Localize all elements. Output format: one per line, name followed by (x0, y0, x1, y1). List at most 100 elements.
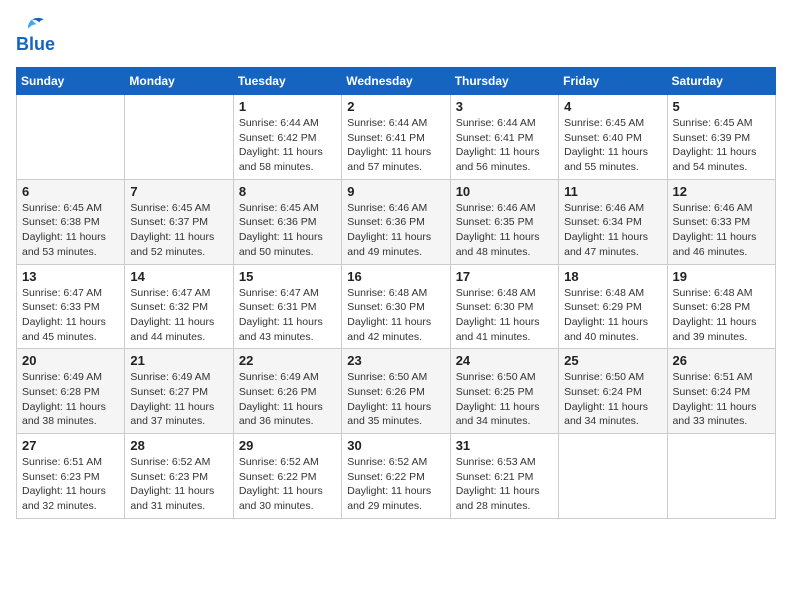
calendar-cell: 31 Sunrise: 6:53 AM Sunset: 6:21 PM Dayli… (450, 434, 558, 519)
day-info: Sunrise: 6:46 AM Sunset: 6:33 PM Dayligh… (673, 201, 770, 260)
day-info: Sunrise: 6:47 AM Sunset: 6:33 PM Dayligh… (22, 286, 119, 345)
day-number: 23 (347, 353, 444, 368)
calendar-cell: 3 Sunrise: 6:44 AM Sunset: 6:41 PM Daylig… (450, 95, 558, 180)
day-info: Sunrise: 6:48 AM Sunset: 6:30 PM Dayligh… (456, 286, 553, 345)
calendar-cell: 2 Sunrise: 6:44 AM Sunset: 6:41 PM Daylig… (342, 95, 450, 180)
day-number: 28 (130, 438, 227, 453)
day-info: Sunrise: 6:52 AM Sunset: 6:22 PM Dayligh… (347, 455, 444, 514)
day-info: Sunrise: 6:48 AM Sunset: 6:30 PM Dayligh… (347, 286, 444, 345)
day-info: Sunrise: 6:51 AM Sunset: 6:24 PM Dayligh… (673, 370, 770, 429)
day-number: 24 (456, 353, 553, 368)
day-info: Sunrise: 6:45 AM Sunset: 6:39 PM Dayligh… (673, 116, 770, 175)
day-info: Sunrise: 6:47 AM Sunset: 6:31 PM Dayligh… (239, 286, 336, 345)
day-info: Sunrise: 6:44 AM Sunset: 6:42 PM Dayligh… (239, 116, 336, 175)
calendar-cell: 18Sunrise: 6:48 AM Sunset: 6:29 PM Dayli… (559, 264, 667, 349)
calendar-cell: 22 Sunrise: 6:49 AM Sunset: 6:26 PM Dayli… (233, 349, 341, 434)
calendar-cell: 30 Sunrise: 6:52 AM Sunset: 6:22 PM Dayli… (342, 434, 450, 519)
day-number: 31 (456, 438, 553, 453)
calendar-week-row: 20Sunrise: 6:49 AM Sunset: 6:28 PM Dayli… (17, 349, 776, 434)
calendar-cell: 6 Sunrise: 6:45 AM Sunset: 6:38 PM Daylig… (17, 179, 125, 264)
calendar-week-row: 1 Sunrise: 6:44 AM Sunset: 6:42 PM Daylig… (17, 95, 776, 180)
day-info: Sunrise: 6:44 AM Sunset: 6:41 PM Dayligh… (347, 116, 444, 175)
calendar-cell: 7 Sunrise: 6:45 AM Sunset: 6:37 PM Daylig… (125, 179, 233, 264)
day-info: Sunrise: 6:45 AM Sunset: 6:38 PM Dayligh… (22, 201, 119, 260)
calendar-cell: 14 Sunrise: 6:47 AM Sunset: 6:32 PM Dayli… (125, 264, 233, 349)
calendar-cell: 10 Sunrise: 6:46 AM Sunset: 6:35 PM Dayli… (450, 179, 558, 264)
day-number: 30 (347, 438, 444, 453)
calendar-cell: 16 Sunrise: 6:48 AM Sunset: 6:30 PM Dayli… (342, 264, 450, 349)
logo: Blue (16, 16, 55, 55)
day-info: Sunrise: 6:46 AM Sunset: 6:36 PM Dayligh… (347, 201, 444, 260)
calendar-cell: 24 Sunrise: 6:50 AM Sunset: 6:25 PM Dayli… (450, 349, 558, 434)
day-info: Sunrise: 6:52 AM Sunset: 6:23 PM Dayligh… (130, 455, 227, 514)
calendar-cell: 5 Sunrise: 6:45 AM Sunset: 6:39 PM Daylig… (667, 95, 775, 180)
calendar-cell: 1 Sunrise: 6:44 AM Sunset: 6:42 PM Daylig… (233, 95, 341, 180)
weekday-header-friday: Friday (559, 68, 667, 95)
day-info: Sunrise: 6:50 AM Sunset: 6:24 PM Dayligh… (564, 370, 661, 429)
day-number: 7 (130, 184, 227, 199)
calendar-cell: 23Sunrise: 6:50 AM Sunset: 6:26 PM Dayli… (342, 349, 450, 434)
day-info: Sunrise: 6:49 AM Sunset: 6:27 PM Dayligh… (130, 370, 227, 429)
weekday-header-monday: Monday (125, 68, 233, 95)
day-info: Sunrise: 6:45 AM Sunset: 6:37 PM Dayligh… (130, 201, 227, 260)
day-number: 1 (239, 99, 336, 114)
day-info: Sunrise: 6:45 AM Sunset: 6:36 PM Dayligh… (239, 201, 336, 260)
logo-blue-text: Blue (16, 34, 55, 55)
day-info: Sunrise: 6:53 AM Sunset: 6:21 PM Dayligh… (456, 455, 553, 514)
day-number: 21 (130, 353, 227, 368)
weekday-header-thursday: Thursday (450, 68, 558, 95)
calendar-cell: 4 Sunrise: 6:45 AM Sunset: 6:40 PM Daylig… (559, 95, 667, 180)
weekday-header-tuesday: Tuesday (233, 68, 341, 95)
calendar-cell: 28 Sunrise: 6:52 AM Sunset: 6:23 PM Dayli… (125, 434, 233, 519)
day-number: 2 (347, 99, 444, 114)
calendar-cell: 17Sunrise: 6:48 AM Sunset: 6:30 PM Dayli… (450, 264, 558, 349)
day-number: 19 (673, 269, 770, 284)
weekday-header-sunday: Sunday (17, 68, 125, 95)
calendar-cell: 8 Sunrise: 6:45 AM Sunset: 6:36 PM Daylig… (233, 179, 341, 264)
day-number: 26 (673, 353, 770, 368)
calendar-week-row: 27Sunrise: 6:51 AM Sunset: 6:23 PM Dayli… (17, 434, 776, 519)
day-info: Sunrise: 6:46 AM Sunset: 6:34 PM Dayligh… (564, 201, 661, 260)
day-number: 20 (22, 353, 119, 368)
day-number: 25 (564, 353, 661, 368)
calendar-cell: 19 Sunrise: 6:48 AM Sunset: 6:28 PM Dayli… (667, 264, 775, 349)
day-info: Sunrise: 6:48 AM Sunset: 6:28 PM Dayligh… (673, 286, 770, 345)
weekday-header-wednesday: Wednesday (342, 68, 450, 95)
day-number: 15 (239, 269, 336, 284)
page-header: Blue (16, 16, 776, 55)
day-info: Sunrise: 6:49 AM Sunset: 6:26 PM Dayligh… (239, 370, 336, 429)
calendar-week-row: 6 Sunrise: 6:45 AM Sunset: 6:38 PM Daylig… (17, 179, 776, 264)
day-info: Sunrise: 6:52 AM Sunset: 6:22 PM Dayligh… (239, 455, 336, 514)
calendar-cell (17, 95, 125, 180)
calendar-cell: 15 Sunrise: 6:47 AM Sunset: 6:31 PM Dayli… (233, 264, 341, 349)
day-info: Sunrise: 6:50 AM Sunset: 6:25 PM Dayligh… (456, 370, 553, 429)
calendar-cell (667, 434, 775, 519)
day-info: Sunrise: 6:47 AM Sunset: 6:32 PM Dayligh… (130, 286, 227, 345)
calendar-cell: 21 Sunrise: 6:49 AM Sunset: 6:27 PM Dayli… (125, 349, 233, 434)
day-number: 6 (22, 184, 119, 199)
day-number: 14 (130, 269, 227, 284)
calendar-cell: 9 Sunrise: 6:46 AM Sunset: 6:36 PM Daylig… (342, 179, 450, 264)
day-number: 8 (239, 184, 336, 199)
day-number: 11 (564, 184, 661, 199)
day-number: 22 (239, 353, 336, 368)
calendar-cell: 27Sunrise: 6:51 AM Sunset: 6:23 PM Dayli… (17, 434, 125, 519)
day-info: Sunrise: 6:45 AM Sunset: 6:40 PM Dayligh… (564, 116, 661, 175)
day-number: 5 (673, 99, 770, 114)
calendar-cell: 26 Sunrise: 6:51 AM Sunset: 6:24 PM Dayli… (667, 349, 775, 434)
day-number: 9 (347, 184, 444, 199)
day-info: Sunrise: 6:44 AM Sunset: 6:41 PM Dayligh… (456, 116, 553, 175)
day-info: Sunrise: 6:46 AM Sunset: 6:35 PM Dayligh… (456, 201, 553, 260)
day-number: 16 (347, 269, 444, 284)
calendar-cell: 29 Sunrise: 6:52 AM Sunset: 6:22 PM Dayli… (233, 434, 341, 519)
calendar-cell (559, 434, 667, 519)
day-number: 13 (22, 269, 119, 284)
day-number: 3 (456, 99, 553, 114)
calendar-week-row: 13 Sunrise: 6:47 AM Sunset: 6:33 PM Dayli… (17, 264, 776, 349)
day-info: Sunrise: 6:51 AM Sunset: 6:23 PM Dayligh… (22, 455, 119, 514)
day-number: 4 (564, 99, 661, 114)
day-number: 10 (456, 184, 553, 199)
day-number: 29 (239, 438, 336, 453)
calendar-table: SundayMondayTuesdayWednesdayThursdayFrid… (16, 67, 776, 519)
weekday-header-saturday: Saturday (667, 68, 775, 95)
